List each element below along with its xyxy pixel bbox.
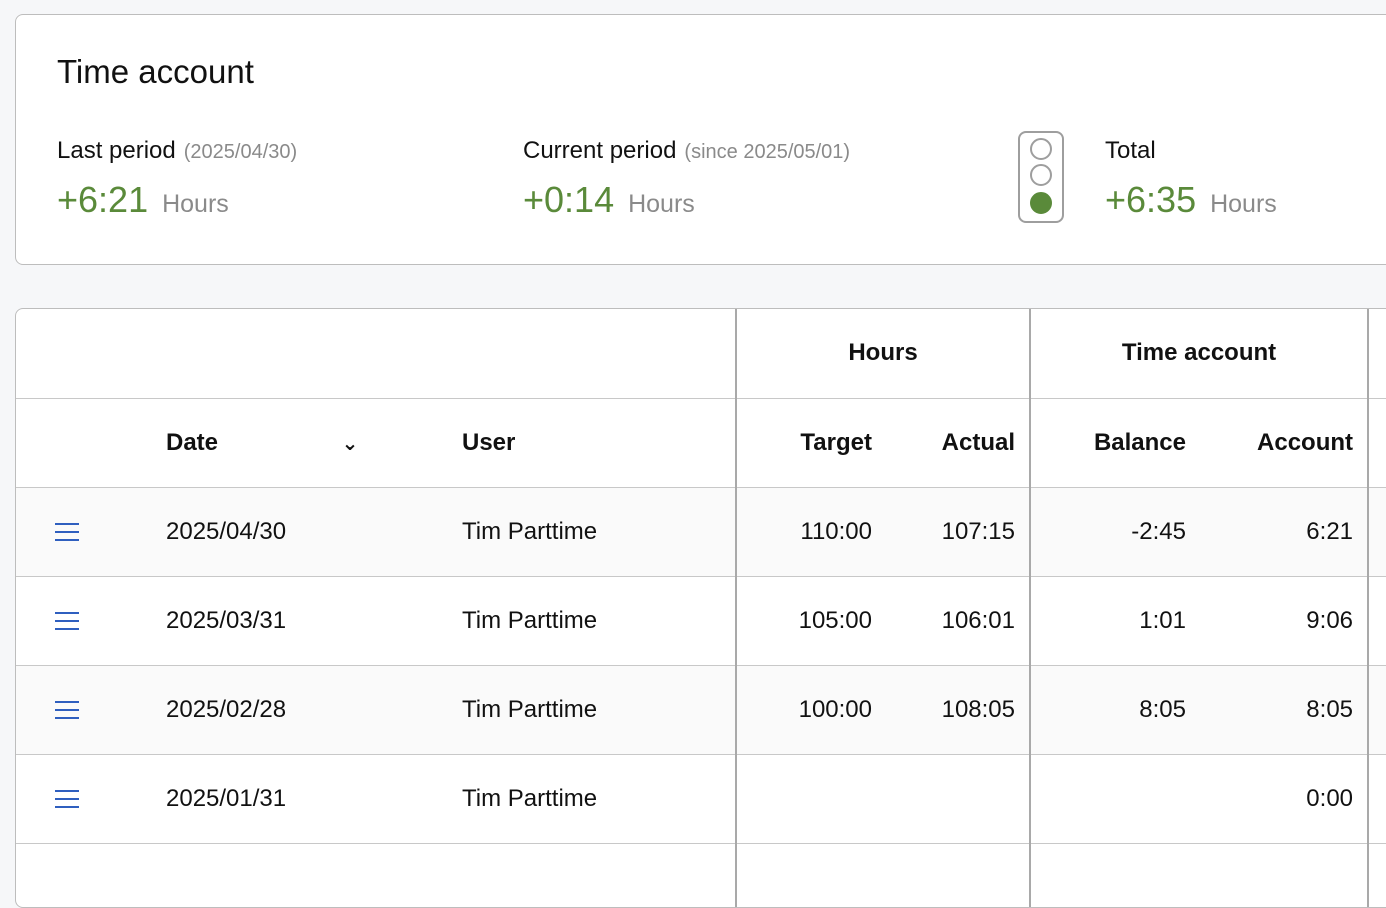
menu-icon[interactable] — [55, 789, 81, 809]
row-target: 100:00 — [735, 665, 886, 755]
row-account: 0:00 — [1200, 754, 1369, 844]
traffic-light-icon — [1018, 131, 1064, 223]
table-row: 2025/02/28 Tim Parttime 100:00 108:05 8:… — [16, 665, 1386, 755]
time-account-table: Hours Time account Date ⌄ User Target Ac… — [16, 309, 1386, 907]
summary-title: Time account — [57, 53, 254, 90]
total-period: Total +6:35 Hours — [1105, 135, 1277, 228]
row-target — [735, 754, 886, 844]
row-balance — [1029, 754, 1200, 844]
row-rest — [1367, 754, 1386, 844]
row-balance: -2:45 — [1029, 487, 1200, 577]
row-menu-cell — [16, 754, 136, 844]
current-period-note: (since 2025/05/01) — [684, 141, 851, 163]
row-user: Tim Parttime — [436, 665, 736, 755]
sort-toggle[interactable]: ⌄ — [316, 398, 436, 488]
row-date: 2025/02/28 — [136, 665, 436, 755]
current-period-label: Current period — [523, 137, 677, 164]
last-period-unit: Hours — [162, 190, 229, 218]
row-menu-cell — [16, 576, 136, 666]
row-user: Tim Parttime — [436, 576, 736, 666]
column-header-actual[interactable]: Actual — [886, 398, 1030, 488]
current-period: Current period (since 2025/05/01) +0:14 Ho… — [523, 135, 850, 228]
last-period: Last period (2025/04/30) +6:21 Hours — [57, 135, 297, 228]
menu-icon[interactable] — [55, 700, 81, 720]
row-account: 6:21 — [1200, 487, 1369, 577]
row-menu-cell — [16, 665, 136, 755]
row-date: 2025/01/31 — [136, 754, 436, 844]
column-header-target[interactable]: Target — [735, 398, 886, 488]
column-header-icon — [16, 398, 136, 488]
table-row-partial — [16, 843, 1386, 907]
table-row: 2025/01/31 Tim Parttime 0:00 — [16, 754, 1386, 844]
table-row: 2025/04/30 Tim Parttime 110:00 107:15 -2… — [16, 487, 1386, 577]
row-date: 2025/03/31 — [136, 576, 436, 666]
row-account: 9:06 — [1200, 576, 1369, 666]
traffic-light-red-icon — [1030, 138, 1052, 160]
total-unit: Hours — [1210, 190, 1277, 218]
column-header-row: Date ⌄ User Target Actual Balance Accoun… — [16, 398, 1386, 488]
row-rest — [1367, 487, 1386, 577]
last-period-note: (2025/04/30) — [183, 141, 298, 163]
row-actual: 106:01 — [886, 576, 1030, 666]
column-header-date[interactable]: Date — [136, 398, 316, 488]
column-header-balance[interactable]: Balance — [1029, 398, 1200, 488]
group-header-empty — [16, 309, 736, 399]
menu-icon[interactable] — [55, 522, 81, 542]
column-header-account[interactable]: Account — [1200, 398, 1369, 488]
column-header-rest — [1367, 398, 1386, 488]
row-target: 110:00 — [735, 487, 886, 577]
last-period-value: +6:21 — [57, 179, 149, 220]
chevron-down-icon[interactable]: ⌄ — [342, 431, 359, 456]
column-header-user[interactable]: User — [436, 398, 736, 488]
time-account-summary-card: Time account Last period (2025/04/30) +6:… — [15, 14, 1386, 265]
group-header-time-account: Time account — [1028, 309, 1369, 399]
group-header-row: Hours Time account — [16, 309, 1386, 399]
traffic-light-yellow-icon — [1030, 164, 1052, 186]
row-balance: 1:01 — [1029, 576, 1200, 666]
row-user: Tim Parttime — [436, 487, 736, 577]
row-actual: 107:15 — [886, 487, 1030, 577]
row-actual: 108:05 — [886, 665, 1030, 755]
time-account-table-card: Hours Time account Date ⌄ User Target Ac… — [15, 308, 1386, 908]
group-header-rest — [1367, 309, 1386, 399]
traffic-light-green-icon — [1030, 192, 1052, 214]
current-period-unit: Hours — [628, 190, 695, 218]
total-value: +6:35 — [1105, 179, 1197, 220]
row-target: 105:00 — [735, 576, 886, 666]
group-header-hours: Hours — [735, 309, 1030, 399]
current-period-value: +0:14 — [523, 179, 615, 220]
row-actual — [886, 754, 1030, 844]
row-account: 8:05 — [1200, 665, 1369, 755]
row-rest — [1367, 665, 1386, 755]
row-balance: 8:05 — [1029, 665, 1200, 755]
row-date: 2025/04/30 — [136, 487, 436, 577]
total-label: Total — [1105, 137, 1156, 164]
row-user: Tim Parttime — [436, 754, 736, 844]
table-row: 2025/03/31 Tim Parttime 105:00 106:01 1:… — [16, 576, 1386, 666]
menu-icon[interactable] — [55, 611, 81, 631]
row-menu-cell — [16, 487, 136, 577]
last-period-label: Last period — [57, 137, 176, 164]
row-rest — [1367, 576, 1386, 666]
